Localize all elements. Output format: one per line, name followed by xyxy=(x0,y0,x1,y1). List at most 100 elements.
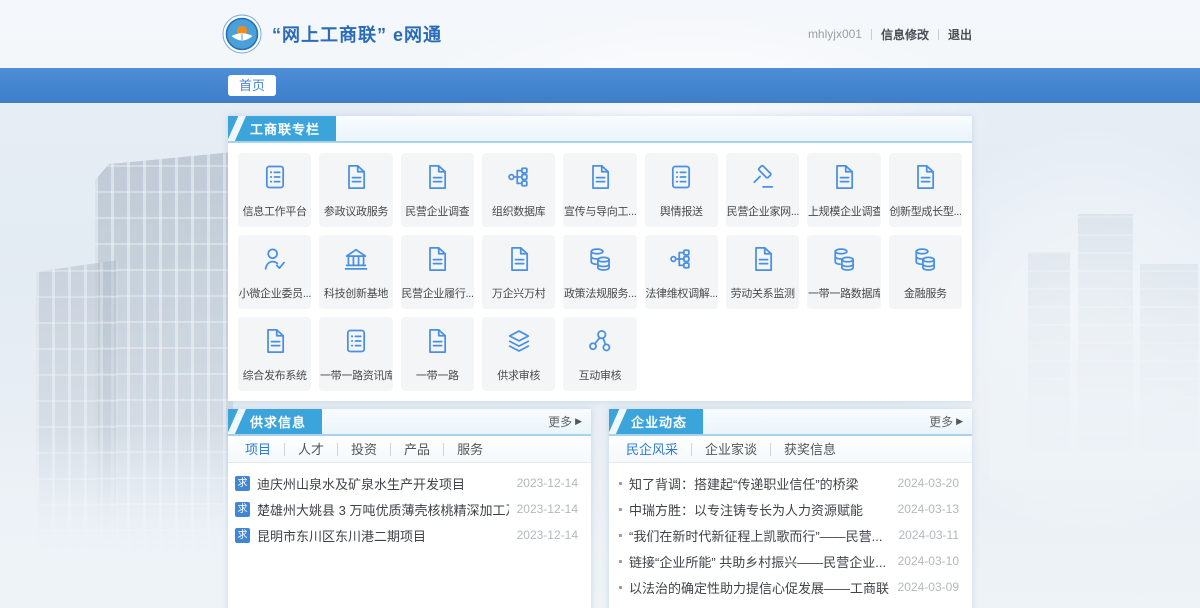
app-card[interactable]: 民营企业家网... xyxy=(726,153,799,227)
special-column-panel: 工商联专栏 信息工作平台 参政议政服务 民营企业调查 xyxy=(228,116,972,401)
app-card-label: 万企兴万村 xyxy=(492,285,546,301)
app-card[interactable]: 信息工作平台 xyxy=(238,153,311,227)
supply-demand-item[interactable]: 求 楚雄州大姚县 3 万吨优质薄壳核桃精深加工及科... 2023-12-14 xyxy=(235,496,578,522)
app-card-label: 政策法规服务... xyxy=(564,285,636,301)
document-icon xyxy=(261,327,289,355)
supply-demand-panel: 供求信息 更多▶ 项目 人才 投资 产品 服务 xyxy=(228,409,591,608)
background-skyline-right xyxy=(1028,252,1070,452)
app-card[interactable]: 小微企业委员... xyxy=(238,235,311,309)
bullet-dot-icon xyxy=(619,534,622,537)
person-check-icon xyxy=(261,245,289,273)
item-title: “我们在新时代新征程上凯歌而行”——民营... xyxy=(629,526,891,545)
gavel-icon xyxy=(749,163,777,191)
app-card[interactable]: 政策法规服务... xyxy=(563,235,636,309)
background-skyline-right xyxy=(1078,214,1133,452)
enterprise-news-list: 知了背调：搭建起“传递职业信任”的桥梁 2024-03-20 中瑞方胜：以专注铸… xyxy=(609,463,972,600)
app-card[interactable]: 科技创新基地 xyxy=(319,235,392,309)
item-date: 2024-03-13 xyxy=(898,502,959,516)
top-header: “网上工商联” e网通 mhlyjx001 信息修改 退出 xyxy=(0,0,1200,68)
app-card[interactable]: 组织数据库 xyxy=(482,153,555,227)
share-network-icon xyxy=(586,327,614,355)
enterprise-news-item[interactable]: 中瑞方胜：以专注铸专长为人力资源赋能 2024-03-13 xyxy=(616,496,959,522)
enterprise-news-subtab[interactable]: 获奖信息 xyxy=(770,443,849,456)
item-date: 2024-03-11 xyxy=(899,528,960,542)
bank-icon xyxy=(342,245,370,273)
supply-demand-subtab[interactable]: 服务 xyxy=(443,443,496,456)
supply-demand-item[interactable]: 求 昆明市东川区东川港二期项目 2023-12-14 xyxy=(235,522,578,548)
layers-icon xyxy=(505,327,533,355)
app-card[interactable]: 宣传与导向工... xyxy=(563,153,636,227)
app-card[interactable]: 供求审核 xyxy=(482,317,555,391)
enterprise-news-subtab[interactable]: 企业家谈 xyxy=(691,443,770,456)
document-icon xyxy=(830,163,858,191)
app-card-label: 民营企业履行... xyxy=(401,285,473,301)
list-form-icon xyxy=(261,163,289,191)
background-fog xyxy=(990,180,1200,480)
app-card-label: 一带一路资讯库 xyxy=(320,367,392,383)
app-card[interactable]: 金融服务 xyxy=(889,235,962,309)
item-title: 迪庆州山泉水及矿泉水生产开发项目 xyxy=(257,474,509,493)
document-icon xyxy=(423,245,451,273)
list-form-icon xyxy=(342,327,370,355)
database-icon xyxy=(911,245,939,273)
supply-demand-more-link[interactable]: 更多▶ xyxy=(548,409,591,434)
app-card[interactable]: 参政议政服务 xyxy=(319,153,392,227)
item-title: 楚雄州大姚县 3 万吨优质薄壳核桃精深加工及科... xyxy=(257,500,509,519)
app-card[interactable]: 一带一路 xyxy=(401,317,474,391)
supply-demand-subtab[interactable]: 投资 xyxy=(337,443,390,456)
supply-demand-subtabs: 项目 人才 投资 产品 服务 xyxy=(228,436,591,463)
item-date: 2023-12-14 xyxy=(517,528,578,542)
app-card[interactable]: 劳动关系监测 xyxy=(726,235,799,309)
bullet-dot-icon xyxy=(619,560,622,563)
item-date: 2024-03-20 xyxy=(898,476,959,490)
app-card[interactable]: 互动审核 xyxy=(563,317,636,391)
supply-demand-item[interactable]: 求 迪庆州山泉水及矿泉水生产开发项目 2023-12-14 xyxy=(235,470,578,496)
home-nav-button[interactable]: 首页 xyxy=(228,75,276,96)
document-icon xyxy=(342,163,370,191)
enterprise-news-item[interactable]: “我们在新时代新征程上凯歌而行”——民营... 2024-03-11 xyxy=(616,522,959,548)
supply-demand-subtab[interactable]: 项目 xyxy=(232,443,284,456)
demand-badge: 求 xyxy=(235,528,250,543)
more-arrow-icon: ▶ xyxy=(575,416,582,427)
site-logo-icon xyxy=(222,14,262,54)
supply-demand-list: 求 迪庆州山泉水及矿泉水生产开发项目 2023-12-14 求 楚雄州大姚县 3… xyxy=(228,463,591,548)
app-card[interactable]: 民营企业调查 xyxy=(401,153,474,227)
enterprise-news-subtab[interactable]: 民企风采 xyxy=(613,443,691,456)
supply-demand-subtab[interactable]: 人才 xyxy=(284,443,337,456)
app-card[interactable]: 舆情报送 xyxy=(645,153,718,227)
enterprise-news-panel: 企业动态 更多▶ 民企风采 企业家谈 获奖信息 xyxy=(609,409,972,608)
orgchart-icon xyxy=(667,245,695,273)
app-card-label: 创新型成长型... xyxy=(889,203,961,219)
app-card[interactable]: 综合发布系统 xyxy=(238,317,311,391)
demand-badge: 求 xyxy=(235,476,250,491)
app-card[interactable]: 法律维权调解... xyxy=(645,235,718,309)
modify-info-link[interactable]: 信息修改 xyxy=(881,26,929,43)
bullet-dot-icon xyxy=(619,508,622,511)
bullet-dot-icon xyxy=(619,586,622,589)
app-card-label: 宣传与导向工... xyxy=(564,203,636,219)
enterprise-news-more-link[interactable]: 更多▶ xyxy=(929,409,972,434)
item-title: 以法治的确定性助力提信心促发展——工商联... xyxy=(629,578,890,597)
demand-badge: 求 xyxy=(235,502,250,517)
app-card[interactable]: 万企兴万村 xyxy=(482,235,555,309)
app-card[interactable]: 上规模企业调查 xyxy=(807,153,880,227)
app-card-label: 科技创新基地 xyxy=(324,285,388,301)
background-building-left-tall xyxy=(95,152,233,557)
list-form-icon xyxy=(667,163,695,191)
app-card-label: 金融服务 xyxy=(904,285,947,301)
document-icon xyxy=(423,163,451,191)
app-card-label: 舆情报送 xyxy=(660,203,703,219)
database-icon xyxy=(830,245,858,273)
app-card[interactable]: 创新型成长型... xyxy=(889,153,962,227)
enterprise-news-item[interactable]: 以法治的确定性助力提信心促发展——工商联... 2024-03-09 xyxy=(616,574,959,600)
app-card-label: 信息工作平台 xyxy=(243,203,307,219)
app-card-label: 小微企业委员... xyxy=(239,285,311,301)
app-card[interactable]: 民营企业履行... xyxy=(401,235,474,309)
app-card[interactable]: 一带一路数据库 xyxy=(807,235,880,309)
logout-link[interactable]: 退出 xyxy=(948,26,972,43)
enterprise-news-item[interactable]: 链接“企业所能” 共助乡村振兴——民营企业... 2024-03-10 xyxy=(616,548,959,574)
divider xyxy=(938,29,939,40)
supply-demand-subtab[interactable]: 产品 xyxy=(390,443,443,456)
app-card[interactable]: 一带一路资讯库 xyxy=(319,317,392,391)
enterprise-news-item[interactable]: 知了背调：搭建起“传递职业信任”的桥梁 2024-03-20 xyxy=(616,470,959,496)
